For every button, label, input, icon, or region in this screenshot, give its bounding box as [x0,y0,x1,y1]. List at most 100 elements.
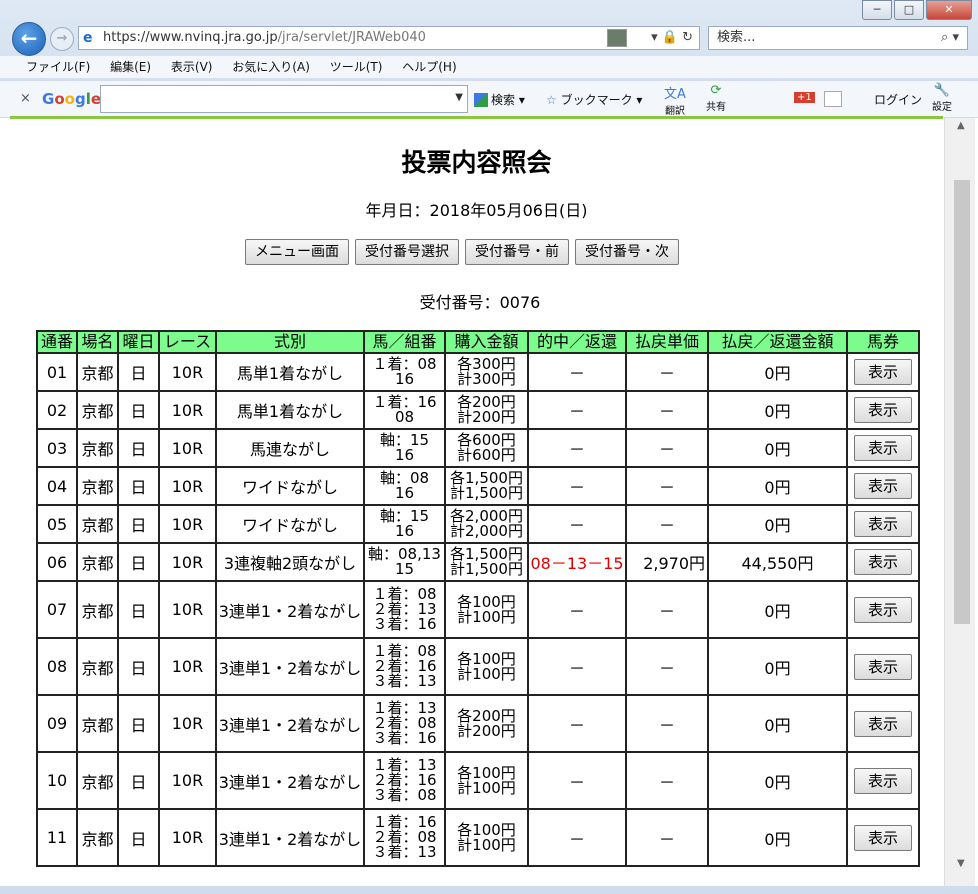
ticket-cell: 表示 [846,390,920,430]
menu-screen-button[interactable]: メニュー画面 [245,239,349,265]
race-number-cell: 10R [158,694,217,753]
ticket-cell: 表示 [846,352,920,392]
unit-payout-cell: － [625,352,709,392]
ticket-cell: 表示 [846,694,920,753]
weekday-cell: 日 [117,694,160,753]
scroll-down-icon[interactable]: ▼ [957,858,965,869]
combination-cell: 軸：15 16 [363,428,446,468]
forward-button[interactable]: → [50,27,74,51]
dropdown-icon[interactable]: ▼ [455,92,463,103]
show-ticket-button[interactable]: 表示 [854,767,912,794]
combination-line: ３着：13 [372,843,437,861]
scrollbar-thumb[interactable] [954,180,970,624]
race-number-cell: 10R [158,390,217,430]
unit-payout-cell: 2,970円 [625,542,709,582]
combination-line: 08 [394,408,415,426]
ticket-cell: 表示 [846,808,920,867]
column-header: 場名 [76,330,119,354]
table-row: 01 京都日 10R 馬単1着ながし １着：08 16 各300円 計300円－－ 0円 表示 [36,352,920,392]
hit-cell: － [527,390,627,430]
title-bar: ─ □ ✕ [0,0,978,20]
share-button[interactable]: ⟳ 共有 [706,83,726,113]
column-header: 曜日 [117,330,160,354]
menu-view[interactable]: 表示(V) [171,56,213,78]
browser-search-box[interactable]: 検索... ⌕ ▾ [708,26,968,50]
menu-favorites[interactable]: お気に入り(A) [232,56,310,78]
show-ticket-button[interactable]: 表示 [854,824,912,851]
receipt-select-button[interactable]: 受付番号選択 [355,239,459,265]
close-window-button[interactable]: ✕ [926,0,972,20]
bookmark-button[interactable]: ☆ ブックマーク ▾ [546,91,642,108]
page-title: 投票内容照会 [401,148,552,177]
purchase-amount-cell: 各1,500円 計1,500円 [444,466,529,506]
unit-payout-cell: － [625,504,709,544]
row-number-cell: 06 [36,542,78,582]
show-ticket-button[interactable]: 表示 [854,397,912,423]
unit-payout-cell: － [625,466,709,506]
menu-file[interactable]: ファイル(F) [26,56,90,78]
settings-button[interactable]: 🔧 設定 [932,83,952,113]
show-ticket-button[interactable]: 表示 [854,435,912,461]
amount-line: 計2,000円 [450,522,523,540]
purchase-amount-cell: 各100円 計100円 [444,580,529,639]
combination-cell: １着：13 ２着：16 ３着：08 [363,751,446,810]
show-ticket-button[interactable]: 表示 [854,473,912,499]
google-search-input[interactable]: ▼ [100,85,468,113]
forward-arrow-icon: → [56,31,68,46]
window-bottom-frame [0,886,978,894]
table-row: 02 京都日 10R 馬単1着ながし １着：16 08 各200円 計200円－－ 0円 表示 [36,390,920,430]
search-icon[interactable]: ⌕ ▾ [941,27,959,49]
login-button[interactable]: ログイン [874,91,922,108]
show-ticket-button[interactable]: 表示 [854,653,912,680]
receipt-next-button[interactable]: 受付番号・次 [575,239,679,265]
maximize-button[interactable]: □ [894,0,924,20]
menu-edit[interactable]: 編集(E) [110,56,151,78]
back-button[interactable]: ← [12,22,46,56]
row-number-cell: 02 [36,390,78,430]
refresh-icon[interactable]: ↻ [682,30,693,45]
translate-button[interactable]: 文A 翻訳 [664,83,686,117]
vertical-scrollbar[interactable]: ▲ ▼ [944,118,975,886]
lock-icon[interactable]: 🔒 [662,30,678,45]
close-toolbar-icon[interactable]: × [20,91,31,106]
payout-amount-cell: 0円 [707,428,848,468]
dropdown-icon[interactable]: ▾ [651,30,658,45]
show-ticket-button[interactable]: 表示 [854,511,912,537]
table-row: 07 京都日 10R 3連単1・2着ながし １着：08 ２着：13 ３着：16 各100円 計1… [36,580,920,639]
hit-cell: － [527,504,627,544]
payout-amount-cell: 0円 [707,504,848,544]
show-ticket-button[interactable]: 表示 [854,596,912,623]
menu-help[interactable]: ヘルプ(H) [402,56,456,78]
weekday-cell: 日 [117,751,160,810]
purchase-amount-cell: 各1,500円 計1,500円 [444,542,529,582]
show-ticket-button[interactable]: 表示 [854,710,912,737]
bet-type-cell: 馬連ながし [215,428,365,468]
row-number-cell: 11 [36,808,78,867]
table-body: 01 京都日 10R 馬単1着ながし １着：08 16 各300円 計300円－－ 0円 表示 02… [36,352,920,867]
bet-type-cell: 3連単1・2着ながし [215,808,365,867]
hit-cell: － [527,694,627,753]
google-search-button[interactable]: 検索 ▾ [474,91,525,108]
table-row: 04 京都日 10R ワイドながし 軸：08 16 各1,500円 計1,500円－－ 0円 表示 [36,466,920,506]
show-ticket-button[interactable]: 表示 [854,549,912,575]
bet-type-cell: 3連複軸2頭ながし [215,542,365,582]
amount-line: 計1,500円 [450,560,523,578]
address-bar[interactable]: e https://www.nvinq.jra.go.jp/jra/servle… [78,26,700,50]
column-header: 的中／返還 [527,330,627,354]
page-content: 投票内容照会 年月日：2018年05月06日(日) メニュー画面 受付番号選択 … [10,119,943,886]
table-row: 03 京都日 10R 馬連ながし 軸：15 16 各600円 計600円－－ 0円 表示 [36,428,920,468]
scroll-up-icon[interactable]: ▲ [957,120,965,131]
minimize-button[interactable]: ─ [862,0,892,20]
venue-cell: 京都 [76,694,119,753]
column-header: 払戻単価 [625,330,709,354]
receipt-prev-button[interactable]: 受付番号・前 [465,239,569,265]
compatibility-view-icon[interactable] [607,29,627,47]
menu-tools[interactable]: ツール(T) [330,56,383,78]
gplus-button[interactable]: +1 [794,92,815,103]
weekday-cell: 日 [117,466,160,506]
bet-type-cell: 馬単1着ながし [215,390,365,430]
amount-line: 計100円 [457,835,516,854]
show-ticket-button[interactable]: 表示 [854,359,912,385]
column-header: 馬券 [846,330,920,354]
column-header: 通番 [36,330,78,354]
